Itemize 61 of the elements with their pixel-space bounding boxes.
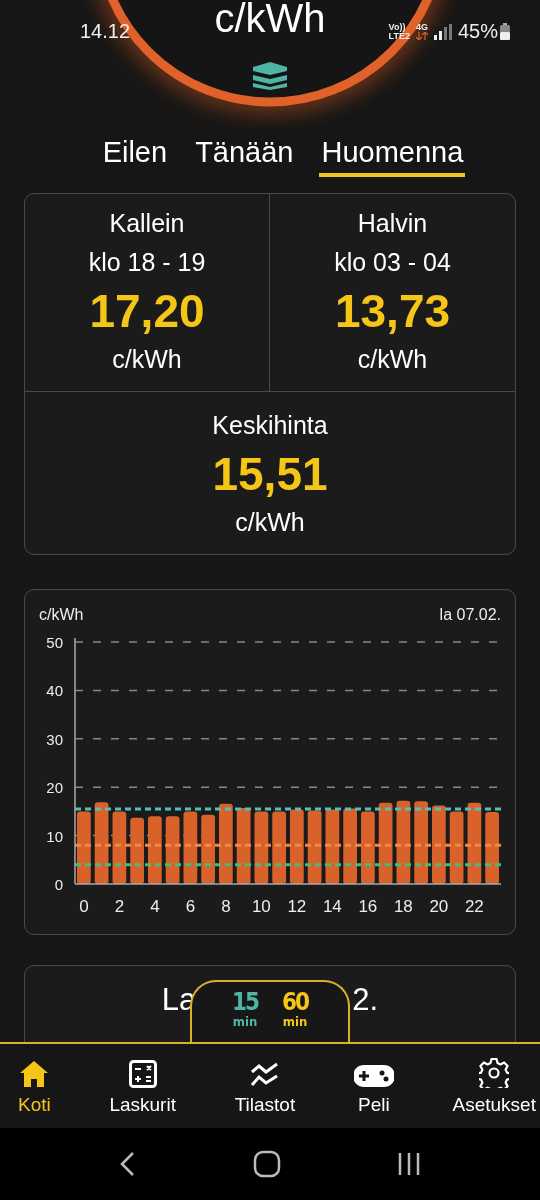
nav-tab[interactable]: Tilastot <box>234 1044 296 1128</box>
axis-unit: c/kWh <box>39 606 84 624</box>
axis-label: 14 <box>322 897 342 916</box>
axis-label: 30 <box>46 730 63 748</box>
battery-percent: 45% <box>457 20 498 43</box>
axis-label: 0 <box>79 897 89 916</box>
gauge-unit: c/kWh <box>214 0 326 41</box>
axis-label: 8 <box>221 897 231 916</box>
axis-label: 12 <box>287 897 307 916</box>
interval-option[interactable]: 60 min <box>282 990 309 1042</box>
price-label: Keskihinta <box>212 410 328 441</box>
network-label: Vo)) <box>388 22 406 32</box>
day-tab[interactable]: Tänään <box>193 136 296 177</box>
day-title-end: 2. <box>352 982 379 1019</box>
axis-label: 22 <box>464 897 484 916</box>
day-tab[interactable]: Huomenna <box>319 136 466 177</box>
price-label: Halvin <box>357 208 428 239</box>
price-unit: c/kWh <box>357 344 428 375</box>
nav-tab[interactable]: Laskurit <box>109 1044 176 1128</box>
calculator-icon <box>128 1060 157 1088</box>
axis-label: 18 <box>393 897 413 916</box>
zigzag-chart-icon <box>249 1062 280 1088</box>
price-value: 15,51 <box>212 447 328 502</box>
interval-option[interactable]: 15 min <box>231 990 258 1042</box>
axis-label: 50 <box>46 634 63 651</box>
price-unit: c/kWh <box>112 344 182 375</box>
axis-label: 2 <box>114 897 125 916</box>
nav-tab[interactable]: Peli <box>353 1044 394 1128</box>
axis-label: 10 <box>46 827 63 845</box>
price-value: 13,73 <box>334 284 451 339</box>
time-range: klo 18 - 19 <box>88 247 206 278</box>
price-bar <box>201 814 215 884</box>
axis-label: 10 <box>251 897 271 916</box>
status-time: 14.12 <box>80 20 132 43</box>
signal-icon <box>433 23 452 40</box>
axis-label: 40 <box>46 682 63 700</box>
home-icon <box>19 1060 50 1088</box>
price-bar <box>165 816 180 884</box>
time-range: klo 03 - 04 <box>334 247 451 278</box>
price-bar <box>130 817 144 884</box>
price-label: Kallein <box>109 208 185 239</box>
data-type-label: 4G <box>415 23 428 32</box>
nav-tab[interactable]: Koti <box>18 1044 51 1128</box>
day-tab[interactable]: Eilen <box>100 136 170 177</box>
axis-label: 4 <box>150 897 160 916</box>
gamepad-icon <box>353 1064 394 1088</box>
price-bar <box>148 816 162 884</box>
axis-label: 0 <box>54 876 63 893</box>
chart-date: la 07.02. <box>439 606 501 624</box>
nav-tab[interactable]: Asetukset <box>452 1044 536 1128</box>
axis-label: 6 <box>185 897 196 916</box>
battery-icon <box>500 23 510 40</box>
price-value: 17,20 <box>89 284 205 339</box>
axis-label: 20 <box>429 897 449 916</box>
settings-icon <box>479 1058 510 1088</box>
home-button-icon[interactable] <box>253 1150 281 1178</box>
axis-label: 16 <box>358 897 378 916</box>
layers-icon[interactable] <box>252 62 288 90</box>
price-unit: c/kWh <box>235 507 305 538</box>
data-arrows-icon <box>415 32 428 40</box>
axis-label: 20 <box>46 779 63 797</box>
